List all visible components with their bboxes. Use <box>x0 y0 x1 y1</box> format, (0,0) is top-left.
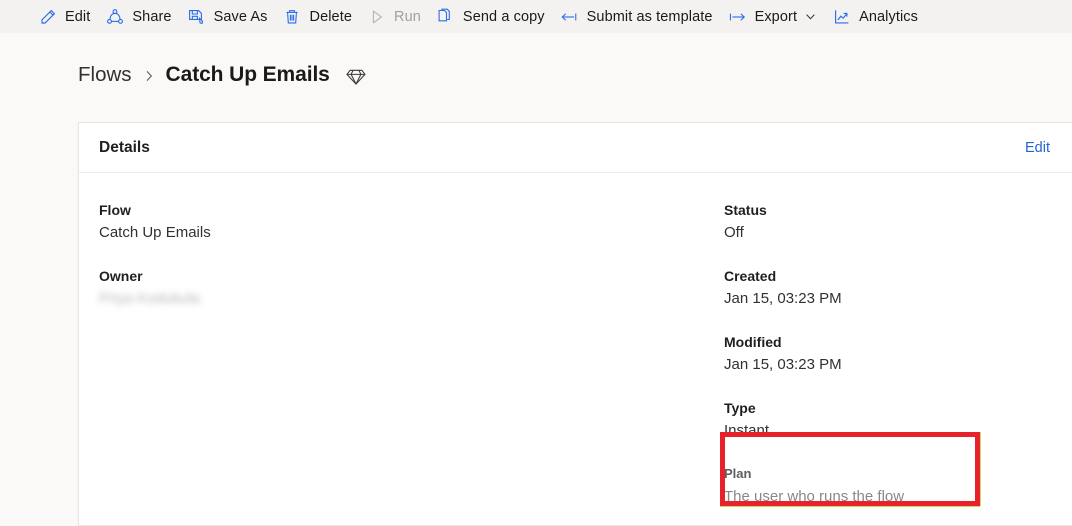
command-send-a-copy[interactable]: Send a copy <box>430 1 554 33</box>
breadcrumb-separator-icon <box>143 66 155 84</box>
field-plan: Plan The user who runs the flow <box>724 464 1072 508</box>
command-bar: Edit Share Save As Delete Run Send a cop… <box>0 0 1072 33</box>
command-delete-label: Delete <box>309 8 353 25</box>
field-flow-label: Flow <box>99 202 131 218</box>
command-submit-as-template-label: Submit as template <box>586 8 713 25</box>
field-type: Type Instant <box>724 398 1072 442</box>
share-network-icon <box>105 7 124 26</box>
command-save-as[interactable]: Save As <box>181 1 277 33</box>
field-owner-value: Priya Kodukula <box>99 290 200 307</box>
field-modified: Modified Jan 15, 03:23 PM <box>724 332 1072 376</box>
trash-icon <box>283 7 302 26</box>
command-analytics-label: Analytics <box>859 8 918 25</box>
save-as-icon <box>187 7 206 26</box>
details-title: Details <box>99 138 150 156</box>
field-plan-value: The user who runs the flow <box>724 488 905 505</box>
field-plan-label: Plan <box>724 466 752 481</box>
page-title: Catch Up Emails <box>165 62 330 86</box>
field-status: Status Off <box>724 200 1072 244</box>
command-save-as-label: Save As <box>213 8 268 25</box>
command-analytics[interactable]: Analytics <box>826 1 927 33</box>
pencil-icon <box>38 7 57 26</box>
field-owner: Owner Priya Kodukula <box>99 266 724 310</box>
command-export[interactable]: Export <box>722 1 827 33</box>
chevron-down-icon[interactable] <box>804 10 817 23</box>
arrow-into-bar-icon <box>560 7 579 26</box>
details-edit-link[interactable]: Edit <box>1025 140 1050 156</box>
command-share[interactable]: Share <box>99 1 180 33</box>
field-status-value: Off <box>724 224 744 241</box>
details-card-body: Flow Catch Up Emails Owner Priya Kodukul… <box>79 173 1072 525</box>
breadcrumb: Flows Catch Up Emails <box>0 33 1072 89</box>
field-flow-value: Catch Up Emails <box>99 224 211 241</box>
command-delete[interactable]: Delete <box>277 1 362 33</box>
bar-to-arrow-icon <box>728 7 747 26</box>
play-icon <box>367 7 386 26</box>
details-left-column: Flow Catch Up Emails Owner Priya Kodukul… <box>79 200 724 525</box>
details-card: Details Edit Flow Catch Up Emails Owner … <box>78 122 1072 526</box>
field-created-label: Created <box>724 268 777 284</box>
command-submit-as-template[interactable]: Submit as template <box>554 1 722 33</box>
command-edit[interactable]: Edit <box>32 1 99 33</box>
field-owner-label: Owner <box>99 268 143 284</box>
copy-pages-icon <box>436 7 455 26</box>
command-run-label: Run <box>394 8 421 25</box>
field-status-label: Status <box>724 202 767 218</box>
details-right-column: Status Off Created Jan 15, 03:23 PM Modi… <box>724 200 1072 525</box>
field-created-value: Jan 15, 03:23 PM <box>724 290 842 307</box>
field-type-label: Type <box>724 400 756 416</box>
field-flow: Flow Catch Up Emails <box>99 200 724 244</box>
command-export-label: Export <box>754 8 798 25</box>
line-chart-icon <box>832 7 851 26</box>
field-modified-label: Modified <box>724 334 782 350</box>
command-send-a-copy-label: Send a copy <box>462 8 545 25</box>
details-card-header: Details Edit <box>79 123 1072 173</box>
breadcrumb-root-flows[interactable]: Flows <box>78 63 132 87</box>
field-type-value: Instant <box>724 422 770 439</box>
diamond-gem-icon <box>345 62 367 87</box>
field-created: Created Jan 15, 03:23 PM <box>724 266 1072 310</box>
field-modified-value: Jan 15, 03:23 PM <box>724 356 842 373</box>
command-edit-label: Edit <box>65 8 91 25</box>
command-share-label: Share <box>132 8 172 25</box>
command-run[interactable]: Run <box>361 1 430 33</box>
